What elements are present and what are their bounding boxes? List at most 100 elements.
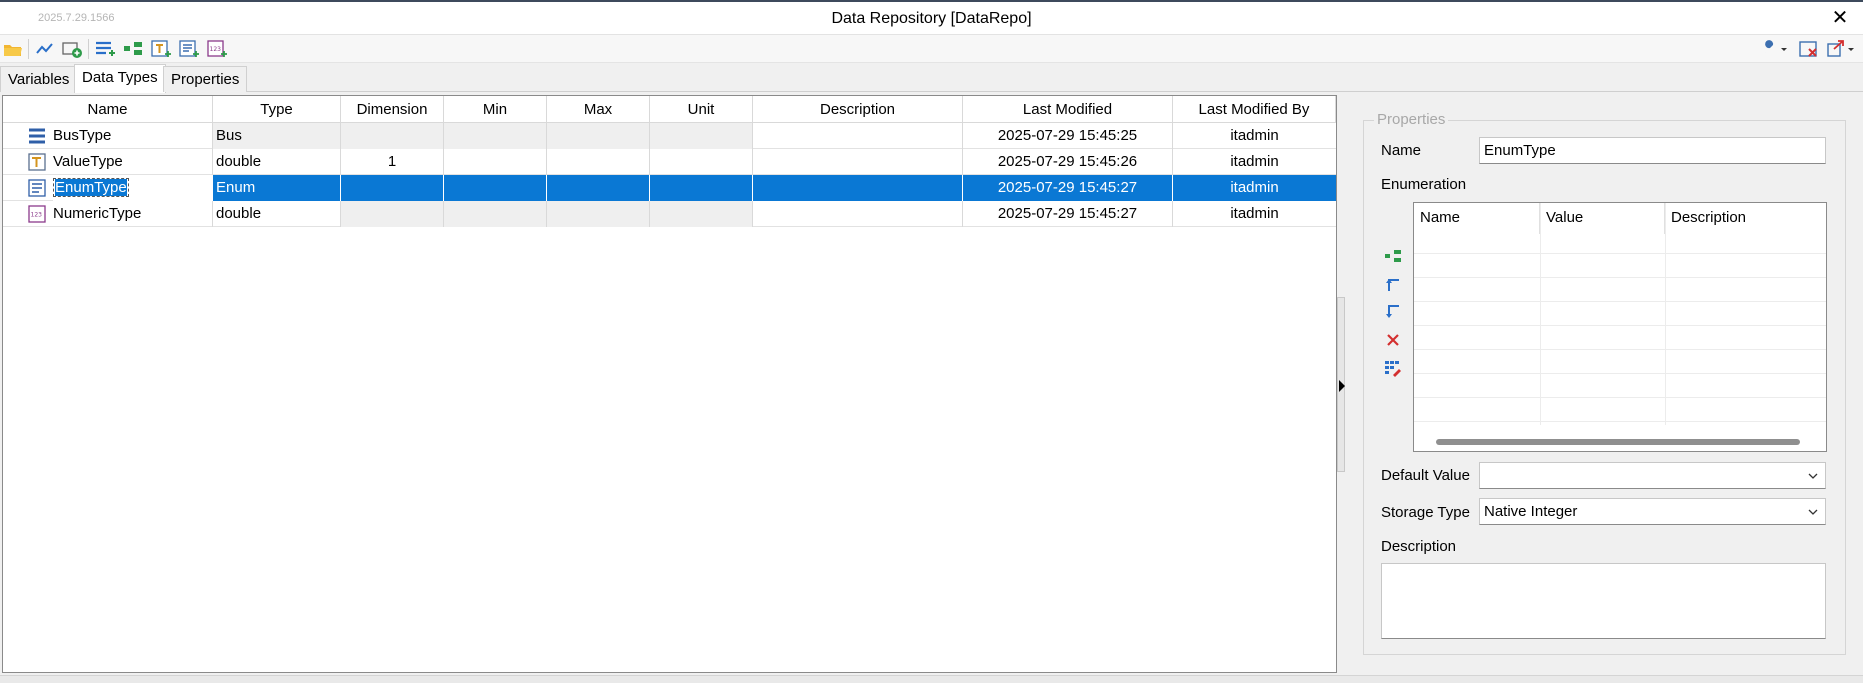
column-header-min[interactable]: Min	[444, 96, 547, 123]
cell-name[interactable]: EnumType	[53, 175, 213, 201]
value-type-icon	[28, 153, 46, 171]
tab-properties[interactable]: Properties	[163, 66, 248, 92]
cell-last-modified-by: itadmin	[1230, 127, 1279, 144]
svg-text:123: 123	[210, 46, 222, 53]
chevron-down-icon	[1807, 469, 1819, 481]
storage-type-text: Native Integer	[1484, 503, 1578, 520]
cell-dimension[interactable]: 1	[341, 149, 444, 175]
close-panel-icon[interactable]	[1798, 38, 1820, 60]
cell-name-text: EnumType	[55, 179, 127, 196]
toolbar-separator	[28, 39, 29, 59]
cell-max[interactable]	[547, 175, 650, 201]
add-value-type-icon[interactable]	[150, 38, 172, 60]
enum-type-icon	[28, 179, 46, 197]
enum-column-header-value[interactable]: Value	[1540, 203, 1665, 234]
description-label: Description	[1381, 538, 1457, 555]
cell-last-modified: 2025-07-29 15:45:26	[963, 149, 1173, 175]
cell-min[interactable]	[444, 175, 547, 201]
default-value-select[interactable]	[1479, 462, 1826, 489]
storage-type-label: Storage Type	[1381, 504, 1470, 521]
cell-type[interactable]: double	[213, 149, 341, 175]
column-header-type[interactable]: Type	[213, 96, 341, 123]
cell-dimension[interactable]	[341, 201, 444, 227]
add-struct-icon[interactable]	[122, 38, 144, 60]
move-down-icon[interactable]	[1384, 303, 1402, 321]
move-up-icon[interactable]	[1384, 275, 1402, 293]
cell-min[interactable]	[444, 201, 547, 227]
enum-column-header-description[interactable]: Description	[1665, 203, 1826, 234]
description-textarea[interactable]	[1381, 563, 1826, 639]
cell-type[interactable]: double	[213, 201, 341, 227]
tab-data-types[interactable]: Data Types	[74, 64, 166, 93]
cell-last-modified: 2025-07-29 15:45:27	[963, 175, 1173, 201]
add-variable-icon[interactable]	[61, 38, 83, 60]
cell-unit[interactable]	[650, 201, 753, 227]
column-header-last-modified-by[interactable]: Last Modified By	[1173, 96, 1336, 123]
cell-last-modified-by: itadmin	[1173, 175, 1336, 201]
cell-dimension[interactable]	[341, 123, 444, 149]
table-row[interactable]: 123 NumericType double 2025-07-29 15:45:…	[3, 201, 1336, 227]
cell-max[interactable]	[547, 123, 650, 149]
column-header-last-modified[interactable]: Last Modified	[963, 96, 1173, 123]
edit-table-icon[interactable]	[1384, 359, 1402, 377]
tab-bar: Variables Data Types Properties	[0, 64, 1863, 93]
column-header-dimension[interactable]: Dimension	[341, 96, 444, 123]
add-bus-type-icon[interactable]	[94, 38, 116, 60]
horizontal-scrollbar[interactable]	[1436, 439, 1800, 445]
storage-type-select[interactable]: Native Integer	[1479, 498, 1826, 525]
export-icon[interactable]	[1826, 38, 1856, 60]
cell-min[interactable]	[444, 123, 547, 149]
column-header-name[interactable]: Name	[3, 96, 213, 123]
enumeration-label: Enumeration	[1381, 176, 1467, 193]
cell-max[interactable]	[547, 201, 650, 227]
cell-description[interactable]	[753, 201, 963, 227]
table-row[interactable]: ValueType double 1 2025-07-29 15:45:26 i…	[3, 149, 1336, 175]
cell-min[interactable]	[444, 149, 547, 175]
cell-type[interactable]: Bus	[213, 123, 341, 149]
cell-dimension[interactable]	[341, 175, 444, 201]
table-row[interactable]: BusType Bus 2025-07-29 15:45:25 itadmin	[3, 123, 1336, 149]
toolbar-separator	[88, 39, 89, 59]
cell-name[interactable]: ValueType	[53, 149, 213, 175]
bus-type-icon	[28, 127, 46, 145]
toolbar: 123	[0, 35, 1863, 63]
tab-variables[interactable]: Variables	[0, 66, 78, 92]
enum-column-header-name[interactable]: Name	[1414, 203, 1540, 234]
add-enum-type-icon[interactable]	[178, 38, 200, 60]
grid-line	[1414, 373, 1826, 374]
cell-type[interactable]: Enum	[213, 175, 341, 201]
add-numeric-type-icon[interactable]: 123	[206, 38, 228, 60]
cell-description[interactable]	[753, 175, 963, 201]
cell-max[interactable]	[547, 149, 650, 175]
cell-last-modified: 2025-07-29 15:45:25	[963, 123, 1173, 149]
cell-description[interactable]	[753, 123, 963, 149]
column-header-description[interactable]: Description	[753, 96, 963, 123]
window-title: Data Repository [DataRepo]	[831, 10, 1032, 27]
enumeration-table[interactable]: Name Value Description	[1413, 202, 1827, 452]
name-edit-box[interactable]: EnumType	[53, 178, 129, 197]
column-header-unit[interactable]: Unit	[650, 96, 753, 123]
status-bar	[0, 675, 1863, 683]
tools-wrench-icon[interactable]	[1758, 38, 1788, 60]
grid-line	[1414, 421, 1826, 422]
cell-unit[interactable]	[650, 149, 753, 175]
title-bar: 2025.7.29.1566 Data Repository [DataRepo…	[0, 0, 1863, 35]
default-value-label: Default Value	[1381, 467, 1470, 484]
close-icon[interactable]: ✕	[1829, 7, 1851, 29]
chevron-right-icon[interactable]	[1339, 379, 1345, 392]
grid-line	[1540, 203, 1541, 425]
delete-icon[interactable]	[1384, 331, 1402, 349]
open-folder-icon[interactable]	[2, 38, 24, 60]
data-types-grid[interactable]: Name Type Dimension Min Max Unit Descrip…	[2, 95, 1337, 673]
cell-unit[interactable]	[650, 123, 753, 149]
add-enum-item-icon[interactable]	[1384, 247, 1402, 265]
trend-chart-icon[interactable]	[34, 38, 56, 60]
cell-description[interactable]	[753, 149, 963, 175]
grid-line	[1665, 203, 1666, 425]
cell-name[interactable]: NumericType	[53, 201, 213, 227]
table-row-selected[interactable]: EnumType Enum 2025-07-29 15:45:27 itadmi…	[3, 175, 1336, 201]
cell-name[interactable]: BusType	[53, 123, 213, 149]
cell-unit[interactable]	[650, 175, 753, 201]
name-input[interactable]: EnumType	[1479, 137, 1826, 164]
column-header-max[interactable]: Max	[547, 96, 650, 123]
